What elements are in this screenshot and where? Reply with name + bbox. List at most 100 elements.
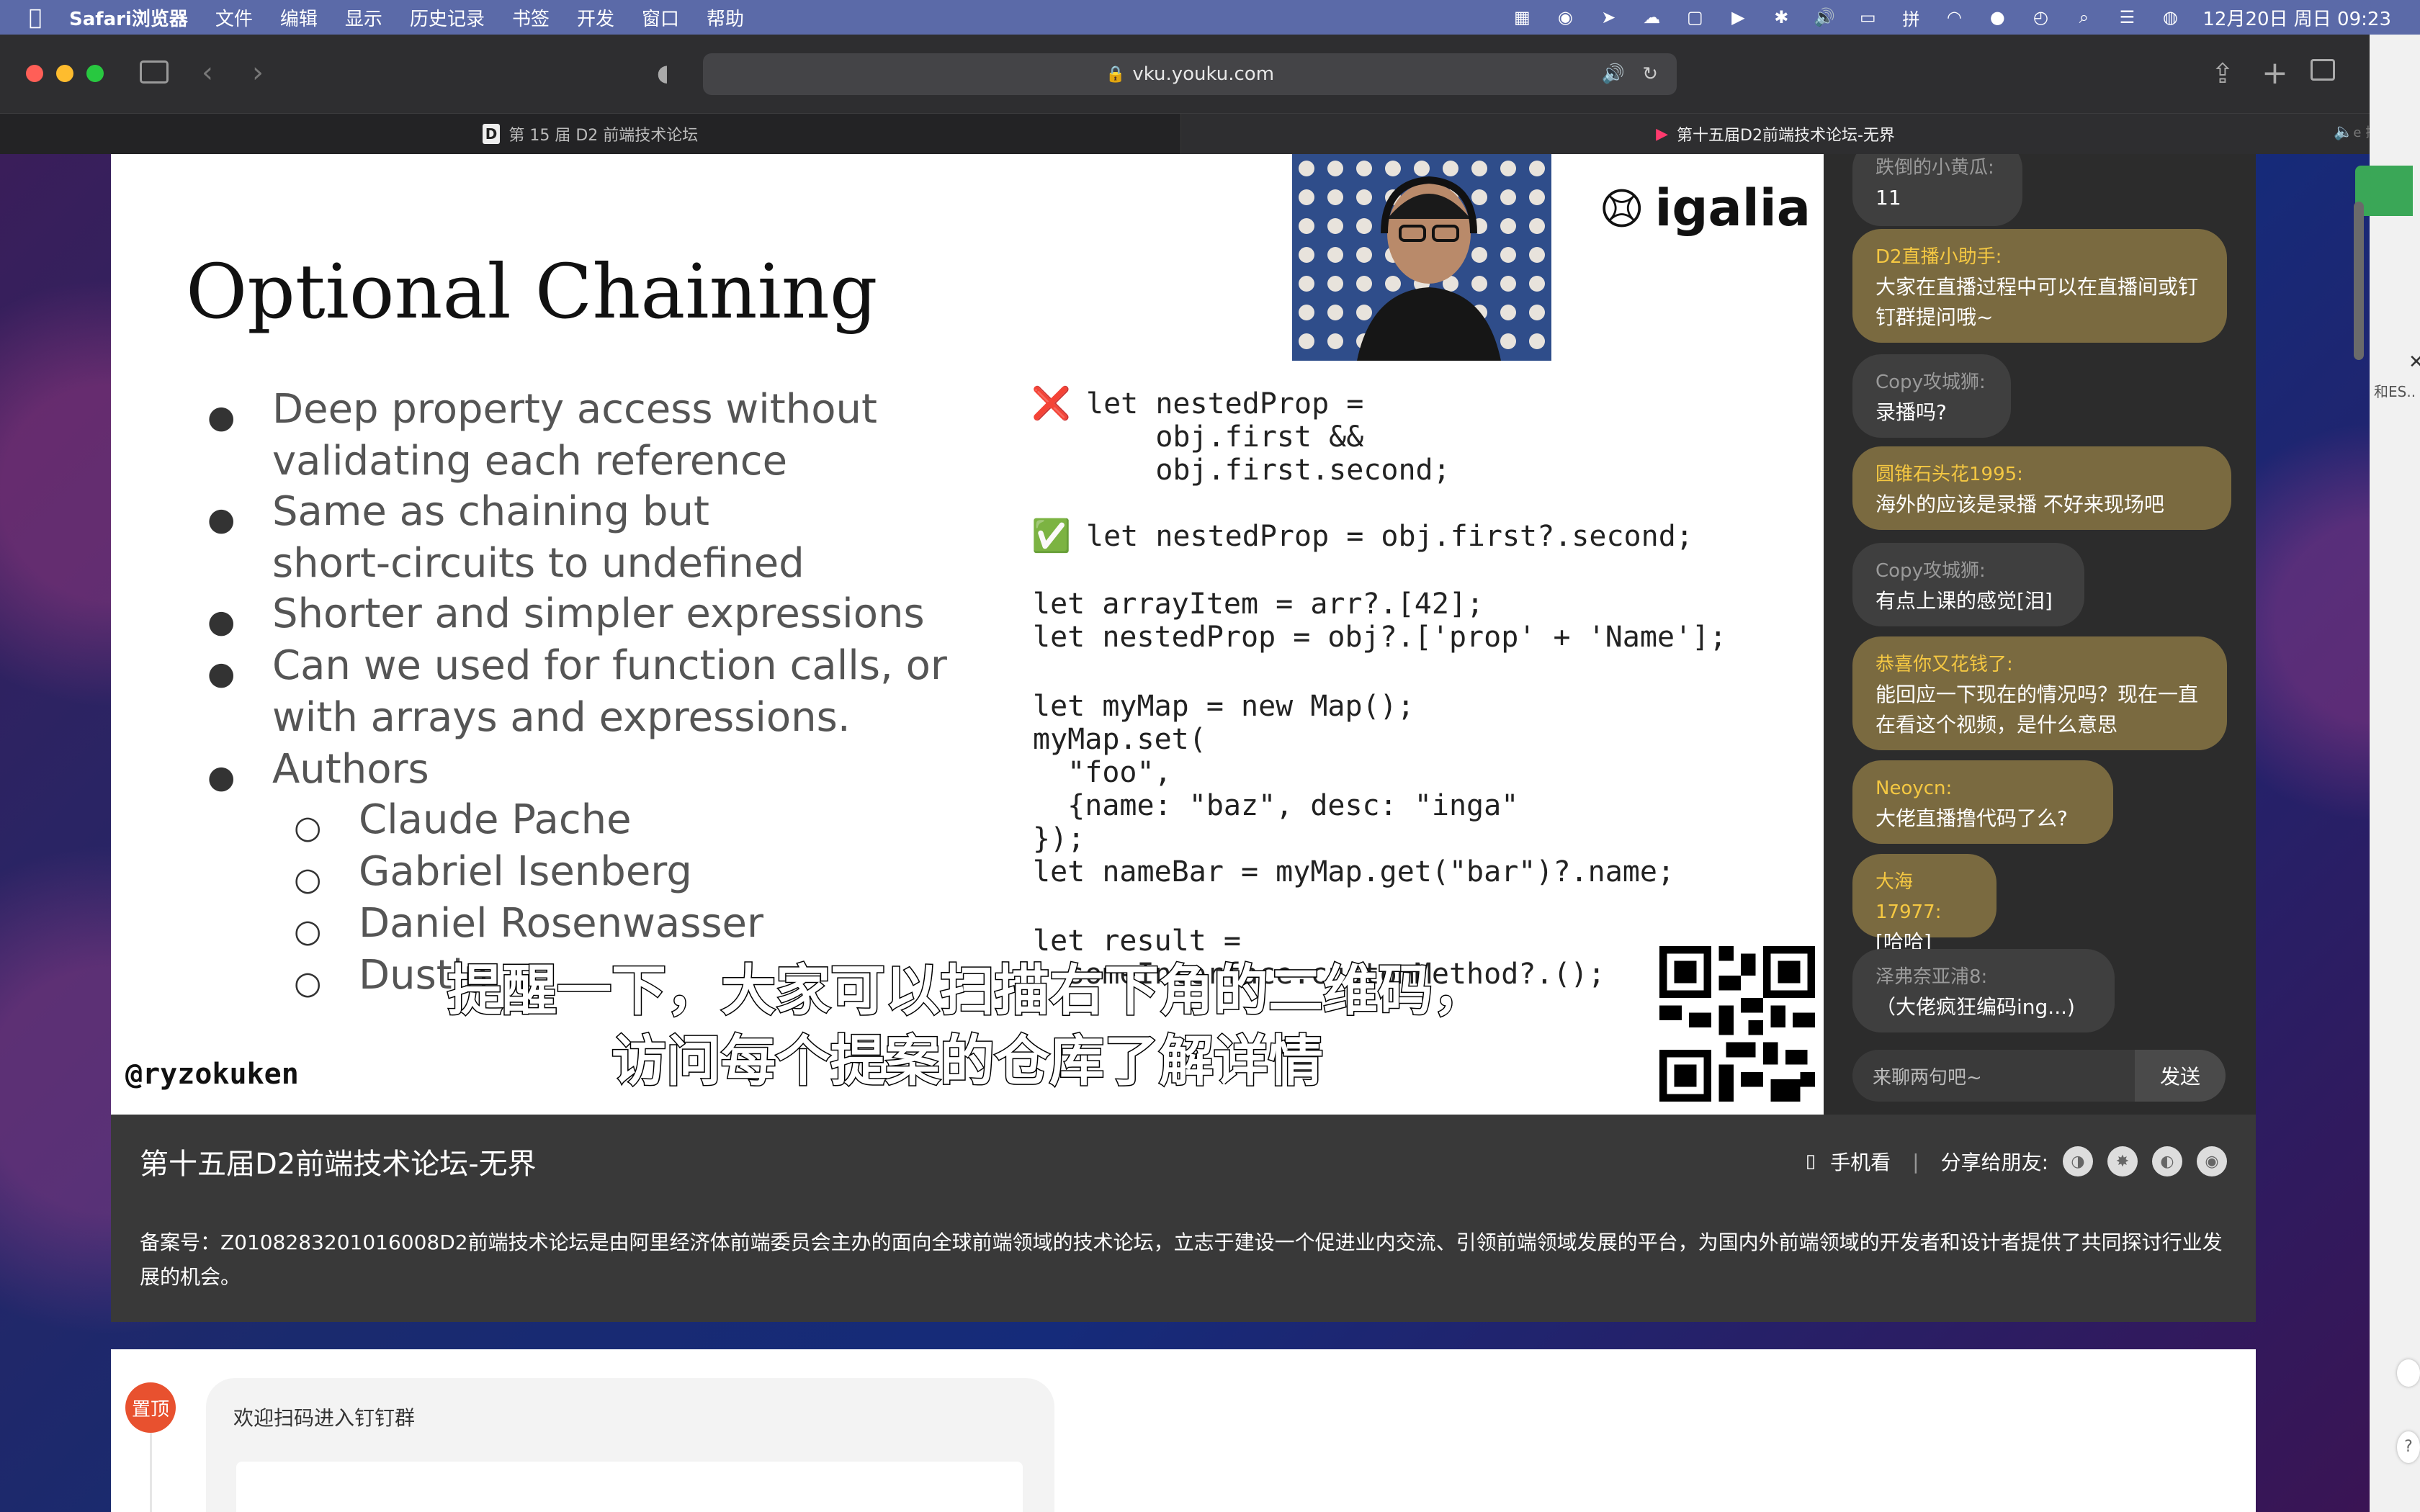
battery-icon[interactable]: ▭ (1857, 7, 1878, 27)
chat-message: 泽弗奈亚浦8: （大佬疯狂编码ing...) (1852, 949, 2115, 1032)
timeline-line (150, 1433, 152, 1512)
menu-app-name[interactable]: Safari浏览器 (69, 4, 188, 31)
menu-help[interactable]: 帮助 (707, 4, 744, 31)
time-machine-icon[interactable]: ◴ (2030, 7, 2051, 27)
bullet-dot: ● (207, 655, 236, 692)
bullet-line: Deep property access without (272, 386, 877, 433)
privacy-shield-icon[interactable]: ◖ (657, 59, 669, 86)
menu-bookmarks[interactable]: 书签 (512, 4, 550, 31)
code-line: let myMap = new Map(); (1033, 690, 1415, 723)
tab-bar: D 第 15 届 D2 前端技术论坛 ▶ 第十五届D2前端技术论坛-无界 🔈e … (0, 114, 2391, 154)
phone-icon[interactable]: ▯ (1806, 1151, 1816, 1172)
code-line: let nestedProp = obj?.['prop' + 'Name']; (1033, 621, 1727, 654)
chat-input[interactable]: 来聊两句吧~ (1852, 1050, 2135, 1102)
tab-overview-icon[interactable] (2311, 59, 2335, 81)
scrollbar-thumb[interactable] (2354, 202, 2364, 360)
sidebar-icon[interactable] (140, 60, 169, 84)
menu-edit[interactable]: 编辑 (280, 4, 318, 31)
volume-icon[interactable]: 🔊 (1814, 7, 1835, 27)
zoom-window-button[interactable] (86, 65, 104, 82)
send-icon[interactable]: ➤ (1597, 7, 1619, 27)
qr-card-area (236, 1462, 1023, 1512)
bluetooth-icon[interactable]: ✱ (1770, 7, 1792, 27)
play-icon[interactable]: ▶ (1727, 7, 1749, 27)
share-bar: ▯ 手机看 | 分享给朋友: ◑ ✸ ◐ ◉ (1806, 1143, 2227, 1179)
menu-window[interactable]: 窗口 (642, 4, 679, 31)
code-line: {name: "baz", desc: "inga" (1033, 789, 1519, 822)
close-icon[interactable]: ✕ (2408, 351, 2420, 373)
speaker-figure-icon (1292, 154, 1551, 361)
menu-file[interactable]: 文件 (215, 4, 253, 31)
chat-sender: Neoycn: (1876, 778, 1953, 799)
code-line: }); (1033, 822, 1085, 855)
apple-icon[interactable]:  (29, 5, 42, 30)
chat-text: 有点上课的感觉[泪] (1876, 589, 2053, 613)
send-button[interactable]: 发送 (2135, 1050, 2226, 1102)
menu-view[interactable]: 显示 (345, 4, 382, 31)
publish-button[interactable] (2355, 166, 2413, 216)
chat-sender: 恭喜你又花钱了: (1876, 654, 2013, 675)
mobile-watch-link[interactable]: 手机看 (1830, 1147, 1891, 1176)
bullet-line: validating each reference (272, 438, 788, 485)
siri-icon[interactable]: ◍ (2159, 7, 2181, 27)
video-description: 备案号：Z0108283201016008D2前端技术论坛是由阿里经济体前端委员… (140, 1230, 2223, 1289)
chat-sender: 圆锥石头花1995: (1876, 464, 2023, 485)
chat-text: 大家在直播过程中可以在直播间或钉钉群提问哦~ (1876, 275, 2199, 329)
igalia-logo: igalia (1602, 168, 1811, 248)
chat-sender: D2直播小助手: (1876, 246, 2002, 268)
video-player[interactable]: Optional Chaining ● Deep property access… (111, 154, 1824, 1115)
compass-icon[interactable]: ◉ (1554, 7, 1576, 27)
input-method-icon[interactable]: 拼 (1900, 8, 1922, 30)
code-line: let nameBar = myMap.get("bar")?.name; (1033, 855, 1675, 888)
chat-sender: 泽弗奈亚浦8: (1876, 966, 1988, 988)
chat-message: D2直播小助手: 大家在直播过程中可以在直播间或钉钉群提问哦~ (1852, 229, 2227, 343)
wifi-icon[interactable]: ◠ (1943, 7, 1965, 27)
grid-app-icon[interactable]: ▦ (1511, 7, 1533, 27)
search-icon[interactable]: ⌕ (2073, 7, 2094, 27)
chat-text: 录播吗? (1876, 400, 1947, 424)
video-info: 第十五届D2前端技术论坛-无界 ▯ 手机看 | 分享给朋友: ◑ ✸ ◐ ◉ 备… (111, 1115, 2256, 1322)
chat-text: 能回应一下现在的情况吗？现在一直在看这个视频，是什么意思 (1876, 683, 2199, 737)
address-bar[interactable]: 🔒 vku.youku.com 🔊 ↻ (703, 53, 1677, 95)
close-window-button[interactable] (26, 65, 43, 82)
bullet-line: Can we used for function calls, or (272, 642, 947, 689)
igalia-mark-icon (1603, 189, 1641, 228)
menu-develop[interactable]: 开发 (577, 4, 614, 31)
keyboard-icon[interactable] (2397, 1359, 2420, 1387)
reload-icon[interactable]: ↻ (1642, 63, 1658, 85)
minimize-window-button[interactable] (56, 65, 73, 82)
chat-message: Copy攻城狮: 录播吗? (1852, 354, 2011, 438)
tab-d2-live[interactable]: ▶ 第十五届D2前端技术论坛-无界 (1181, 114, 2370, 154)
control-center-icon[interactable]: ☰ (2116, 7, 2138, 27)
wechat-share-icon[interactable]: ◑ (2063, 1146, 2093, 1176)
d2-favicon-icon: D (482, 124, 501, 144)
logo-text: igalia (1654, 179, 1811, 238)
chat-message: 恭喜你又花钱了: 能回应一下现在的情况吗？现在一直在看这个视频，是什么意思 (1852, 636, 2227, 750)
user-icon[interactable]: ● (1986, 7, 2008, 27)
qq-share-icon[interactable]: ◉ (2197, 1146, 2227, 1176)
share-icon[interactable]: ⇪ (2211, 58, 2234, 89)
chat-bubble-icon[interactable]: ▢ (1684, 7, 1706, 27)
help-icon[interactable]: ? (2397, 1431, 2420, 1463)
sub-bullet-dot: ○ (294, 913, 322, 950)
code-line: "foo", (1033, 756, 1172, 789)
back-icon[interactable]: ‹ (202, 56, 213, 89)
wechat-icon[interactable]: ☁ (1641, 7, 1662, 27)
chat-sender: Copy攻城狮: (1876, 560, 1986, 582)
clock[interactable]: 12月20日 周日 09:23 (2202, 4, 2391, 31)
moments-share-icon[interactable]: ✸ (2107, 1146, 2138, 1176)
audio-playing-icon[interactable]: 🔊 (1602, 63, 1625, 85)
author: Claude Pache (359, 796, 632, 843)
weibo-share-icon[interactable]: ◐ (2152, 1146, 2182, 1176)
menu-history[interactable]: 历史记录 (410, 4, 485, 31)
code-line: let nestedProp = (1086, 387, 1364, 420)
subtitle-line-1: 提醒一下，大家可以扫描右下角的二维码， (447, 958, 1489, 1024)
chat-input-placeholder: 来聊两句吧~ (1873, 1066, 1982, 1089)
new-tab-icon[interactable]: + (2262, 55, 2288, 91)
chat-sender: 大海17977: (1876, 871, 1942, 923)
chat-sender: 跌倒的小黄瓜: (1876, 157, 1994, 179)
slide-title: Optional Chaining (186, 248, 878, 336)
pinned-badge: 置顶 (125, 1382, 176, 1433)
forward-icon[interactable]: › (252, 56, 264, 89)
tab-d2-forum[interactable]: D 第 15 届 D2 前端技术论坛 (0, 114, 1181, 154)
